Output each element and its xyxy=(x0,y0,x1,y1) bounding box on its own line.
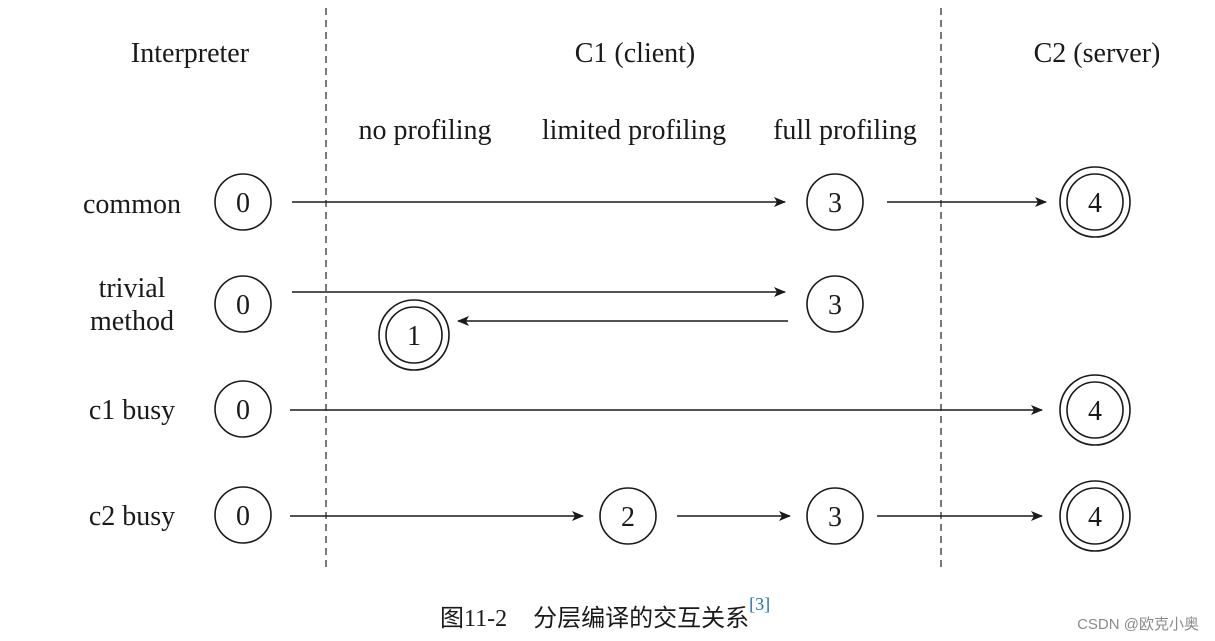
svg-text:4: 4 xyxy=(1088,502,1102,533)
final-state-node-4: 4 xyxy=(1059,374,1131,446)
column-header-c1: C1 (client) xyxy=(575,38,696,69)
column-header-interpreter: Interpreter xyxy=(131,38,250,69)
figure-caption: 图11-2 分层编译的交互关系[3] xyxy=(440,594,770,633)
row-label-method: method xyxy=(90,306,174,337)
svg-text:4: 4 xyxy=(1088,188,1102,219)
row-common: common 0 3 4 xyxy=(83,166,1131,238)
subheader-limited-profiling: limited profiling xyxy=(542,115,726,146)
citation-link[interactable]: [3] xyxy=(749,594,770,614)
svg-text:3: 3 xyxy=(828,290,842,321)
subheader-no-profiling: no profiling xyxy=(359,115,492,146)
svg-text:1: 1 xyxy=(407,321,421,352)
tiered-compilation-diagram: Interpreter C1 (client) C2 (server) no p… xyxy=(83,8,1161,570)
svg-text:0: 0 xyxy=(236,395,250,426)
state-node-0: 0 xyxy=(214,275,272,333)
state-node-0: 0 xyxy=(214,486,272,544)
row-label-c1-busy: c1 busy xyxy=(89,395,175,426)
final-state-node-4: 4 xyxy=(1059,166,1131,238)
svg-text:4: 4 xyxy=(1088,396,1102,427)
row-trivial-method: trivial method 0 3 1 xyxy=(90,273,864,371)
watermark: CSDN @欧克小奥 xyxy=(1077,616,1199,633)
row-c2-busy: c2 busy 0 2 3 4 xyxy=(89,480,1131,552)
final-state-node-1: 1 xyxy=(378,299,450,371)
svg-text:3: 3 xyxy=(828,188,842,219)
state-node-3: 3 xyxy=(806,173,864,231)
row-label-trivial: trivial xyxy=(99,273,166,304)
figure-number: 图11-2 xyxy=(440,606,508,632)
row-label-common: common xyxy=(83,189,181,220)
svg-text:3: 3 xyxy=(828,502,842,533)
state-node-0: 0 xyxy=(214,173,272,231)
column-header-c2: C2 (server) xyxy=(1034,38,1161,69)
subheader-full-profiling: full profiling xyxy=(773,115,917,146)
row-label-c2-busy: c2 busy xyxy=(89,501,175,532)
svg-text:0: 0 xyxy=(236,188,250,219)
final-state-node-4: 4 xyxy=(1059,480,1131,552)
caption-text: 分层编译的交互关系 xyxy=(533,606,750,632)
svg-text:2: 2 xyxy=(621,502,635,533)
state-node-2: 2 xyxy=(599,487,657,545)
state-node-0: 0 xyxy=(214,380,272,438)
row-c1-busy: c1 busy 0 4 xyxy=(89,374,1131,446)
svg-text:0: 0 xyxy=(236,290,250,321)
svg-text:0: 0 xyxy=(236,501,250,532)
state-node-3: 3 xyxy=(806,487,864,545)
state-node-3: 3 xyxy=(806,275,864,333)
